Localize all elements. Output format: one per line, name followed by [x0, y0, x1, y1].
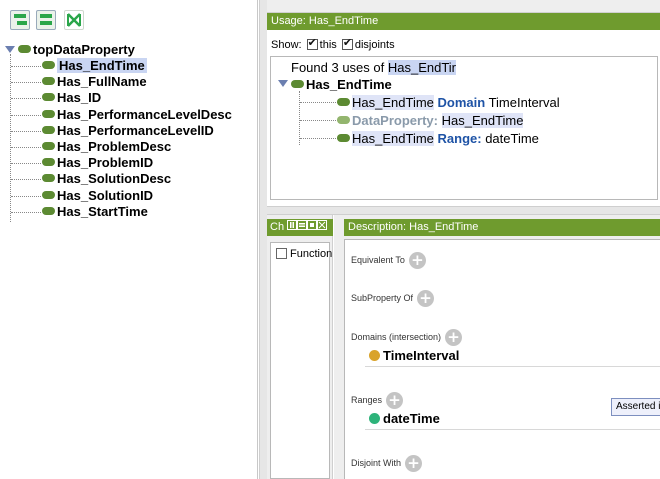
data-property-icon	[42, 142, 55, 150]
data-property-icon	[337, 134, 350, 142]
vertical-splitter[interactable]	[259, 0, 267, 479]
functional-row[interactable]: Function	[276, 248, 332, 260]
usage-root[interactable]: Has_EndTime	[291, 77, 392, 93]
add-equivalent-button[interactable]: +	[408, 252, 426, 269]
data-property-icon	[42, 158, 55, 166]
add-subproperty-button[interactable]	[10, 10, 30, 30]
disjoints-checkbox[interactable]: ✔	[341, 37, 353, 50]
tree-item-property[interactable]: Has_FullName	[42, 74, 147, 90]
usage-entry-declaration[interactable]: DataProperty: Has_EndTime	[337, 113, 524, 129]
this-label: this	[319, 39, 337, 51]
data-property-hierarchy-panel: topDataProperty Has_EndTime Has_FullName H…	[0, 0, 258, 479]
usage-results: Found 3 uses of Has_EndTir Has_EndTime H…	[270, 56, 658, 200]
tree-item-property[interactable]: Has_ProblemDesc	[42, 139, 171, 155]
usage-expand-icon[interactable]	[278, 80, 288, 87]
usage-show-bar: Show: ✔ this ✔ disjoints	[271, 37, 395, 52]
view-buttons-icon[interactable]	[287, 220, 328, 231]
usage-count-text: Found 3 uses of Has_EndTir	[291, 60, 456, 75]
data-property-icon	[42, 174, 55, 182]
data-property-icon	[42, 126, 55, 134]
tree-item-property[interactable]: Has_StartTime	[42, 204, 148, 220]
description-header: Description: Has_EndTime	[344, 219, 660, 236]
ranges-section: Ranges +	[351, 392, 404, 409]
tree-item-property[interactable]: Has_PerformanceLevelID	[42, 123, 214, 139]
data-property-icon	[337, 98, 350, 106]
add-range-button[interactable]: +	[386, 392, 404, 409]
usage-panel: Usage: Has_EndTime Show: ✔ this ✔ disjoint…	[267, 0, 660, 206]
delete-property-icon	[67, 13, 81, 27]
equivalent-to-section: Equivalent To +	[351, 252, 426, 269]
tree-item-property[interactable]: Has_SolutionDesc	[42, 171, 171, 187]
data-property-icon	[291, 80, 304, 88]
delete-property-button[interactable]	[64, 10, 84, 30]
usage-tab-strip	[267, 0, 660, 13]
checkmark-icon: ✔	[307, 37, 317, 49]
tree-root-topdataproperty[interactable]: topDataProperty	[18, 42, 135, 58]
data-property-icon	[42, 191, 55, 199]
characteristics-header: Ch	[267, 219, 333, 236]
disjoints-label: disjoints	[354, 39, 395, 51]
data-property-icon	[42, 207, 55, 215]
add-sibling-property-button[interactable]	[36, 10, 56, 30]
data-property-icon	[42, 110, 55, 118]
add-domain-button[interactable]: +	[445, 329, 463, 346]
usage-header: Usage: Has_EndTime	[267, 13, 660, 30]
disjoint-with-section: Disjoint With +	[351, 455, 423, 472]
horizontal-splitter[interactable]	[267, 206, 660, 215]
checkmark-icon: ✔	[342, 37, 353, 49]
domains-section: Domains (intersection) +	[351, 329, 463, 346]
tree-item-property[interactable]: Has_EndTime	[42, 58, 147, 74]
characteristics-panel: Ch Function	[267, 215, 333, 479]
data-property-icon	[42, 77, 55, 85]
usage-entry-domain[interactable]: Has_EndTime Domain TimeInterval	[337, 95, 560, 111]
data-property-icon	[42, 61, 55, 69]
class-icon	[369, 350, 380, 361]
datatype-icon	[369, 413, 380, 424]
asserted-tooltip: Asserted i	[611, 398, 660, 416]
description-body: Equivalent To + SubProperty Of + Domains (…	[344, 239, 660, 479]
this-checkbox[interactable]: ✔	[306, 37, 318, 50]
data-property-icon	[337, 116, 350, 124]
sibling-property-icon	[40, 14, 52, 18]
tree-item-property[interactable]: Has_ID	[42, 90, 101, 106]
hierarchy-toolbar	[0, 0, 258, 38]
tree-item-property[interactable]: Has_SolutionID	[42, 188, 153, 204]
domain-entry[interactable]: TimeInterval	[369, 348, 459, 364]
functional-checkbox[interactable]	[276, 248, 287, 259]
data-property-icon	[42, 93, 55, 101]
range-entry[interactable]: dateTime	[369, 411, 440, 427]
tree-item-property[interactable]: Has_PerformanceLevelDesc	[42, 107, 232, 123]
add-superproperty-button[interactable]: +	[417, 290, 435, 307]
show-label: Show:	[271, 39, 302, 51]
add-disjoint-button[interactable]: +	[405, 455, 423, 472]
data-property-icon	[18, 45, 31, 53]
usage-entry-range[interactable]: Has_EndTime Range: dateTime	[337, 131, 539, 147]
description-panel: Description: Has_EndTime Equivalent To + …	[334, 215, 660, 479]
characteristics-body: Function	[270, 242, 332, 479]
subproperty-of-section: SubProperty Of +	[351, 290, 435, 307]
tree-item-property[interactable]: Has_ProblemID	[42, 155, 153, 171]
subproperty-icon	[14, 14, 26, 18]
